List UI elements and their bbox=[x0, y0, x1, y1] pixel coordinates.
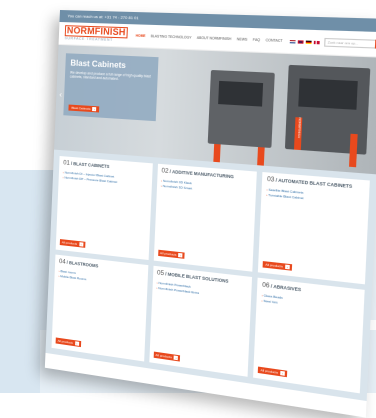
category-card-mobile-blast-solutions: 05 / MOBILE BLAST SOLUTIONS Normfinish P… bbox=[148, 265, 253, 377]
chevron-right-icon: › bbox=[79, 242, 84, 247]
brand-logo[interactable]: NORMFINISH SURFACE TREATMENT bbox=[65, 25, 128, 43]
chevron-right-icon: › bbox=[285, 264, 290, 270]
nav-item-home[interactable]: HOME bbox=[136, 34, 146, 38]
chevron-right-icon: › bbox=[173, 355, 179, 361]
category-card-blastrooms: 04 / BLASTROOMS Blast rooms Mobile Blast… bbox=[51, 254, 149, 362]
all-products-button[interactable]: All products › bbox=[59, 239, 86, 248]
search-placeholder: Zoek naar ons op... bbox=[327, 40, 359, 46]
blast-cabinet-image-right: NORMFINISH bbox=[284, 64, 371, 168]
hero-title: Blast Cabinets bbox=[70, 58, 127, 71]
cabinet-label: NORMFINISH bbox=[293, 117, 303, 151]
nav-item-contact[interactable]: CONTACT bbox=[265, 38, 282, 43]
main-nav: HOME BLASTING TECHNOLOGY ABOUT NORMFINIS… bbox=[136, 34, 283, 43]
product-category-grid: 01 / BLAST CABINETS Normfinish DI – Inje… bbox=[45, 149, 376, 402]
all-products-button[interactable]: All products › bbox=[157, 249, 185, 259]
nav-item-about[interactable]: ABOUT NORMFINISH bbox=[197, 36, 232, 41]
slider-prev-arrow-icon[interactable]: ‹ bbox=[59, 90, 62, 99]
flag-en-icon[interactable] bbox=[297, 39, 304, 44]
category-card-blast-cabinets: 01 / BLAST CABINETS Normfinish DI – Inje… bbox=[55, 155, 153, 260]
nav-item-news[interactable]: NEWS bbox=[237, 37, 248, 42]
all-products-button[interactable]: All products › bbox=[55, 337, 81, 348]
flag-dk-icon[interactable] bbox=[313, 40, 320, 44]
blast-cabinet-image-left bbox=[207, 69, 275, 169]
search-box[interactable]: Zoek naar ons op... ⚲ bbox=[324, 37, 376, 49]
hero-cta-label: Blast Cabinets bbox=[71, 105, 91, 111]
hero-text: We develop and produce a full range of h… bbox=[69, 70, 151, 82]
category-card-additive-manufacturing: 02 / ADDITIVE MANUFACTURING Normfinish 3… bbox=[153, 163, 258, 272]
chevron-right-icon: › bbox=[280, 370, 285, 376]
category-card-abrasives: 06 / ABRASIVES Glass Beads Steel Grit Al… bbox=[253, 277, 365, 394]
all-products-button[interactable]: All products › bbox=[153, 351, 181, 362]
contact-text: You can reach us at: +31 74 - 270 81 01 bbox=[67, 13, 139, 21]
hero-text-panel: Blast Cabinets We develop and produce a … bbox=[63, 53, 159, 122]
nav-item-faq[interactable]: FAQ bbox=[253, 38, 260, 43]
website-mockup: You can reach us at: +31 74 - 270 81 01 … bbox=[44, 10, 376, 418]
language-flags bbox=[289, 39, 320, 44]
all-products-button[interactable]: All products › bbox=[258, 366, 288, 378]
flag-nl-icon[interactable] bbox=[289, 39, 296, 43]
nav-item-blasting-technology[interactable]: BLASTING TECHNOLOGY bbox=[151, 34, 192, 40]
chevron-right-icon: › bbox=[92, 107, 97, 112]
flag-de-icon[interactable] bbox=[305, 40, 312, 44]
chevron-right-icon: › bbox=[74, 341, 79, 346]
all-products-button[interactable]: All products › bbox=[262, 261, 293, 271]
chevron-right-icon: › bbox=[178, 252, 183, 258]
category-card-automated-blast-cabinets: 03 / AUTOMATED BLAST CABINETS Satellite … bbox=[258, 172, 370, 285]
hero-cta-button[interactable]: Blast Cabinets › bbox=[68, 104, 100, 113]
